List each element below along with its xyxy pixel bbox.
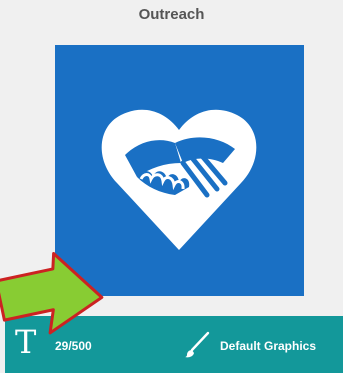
outreach-card[interactable]: Outreach T 29/500 Default Graphics xyxy=(0,0,343,373)
default-graphics-button[interactable]: Default Graphics xyxy=(220,339,316,353)
brush-icon[interactable] xyxy=(182,330,212,360)
card-title: Outreach xyxy=(138,6,205,23)
arrow-pointer-icon xyxy=(0,251,104,335)
character-count: 29/500 xyxy=(55,339,92,353)
